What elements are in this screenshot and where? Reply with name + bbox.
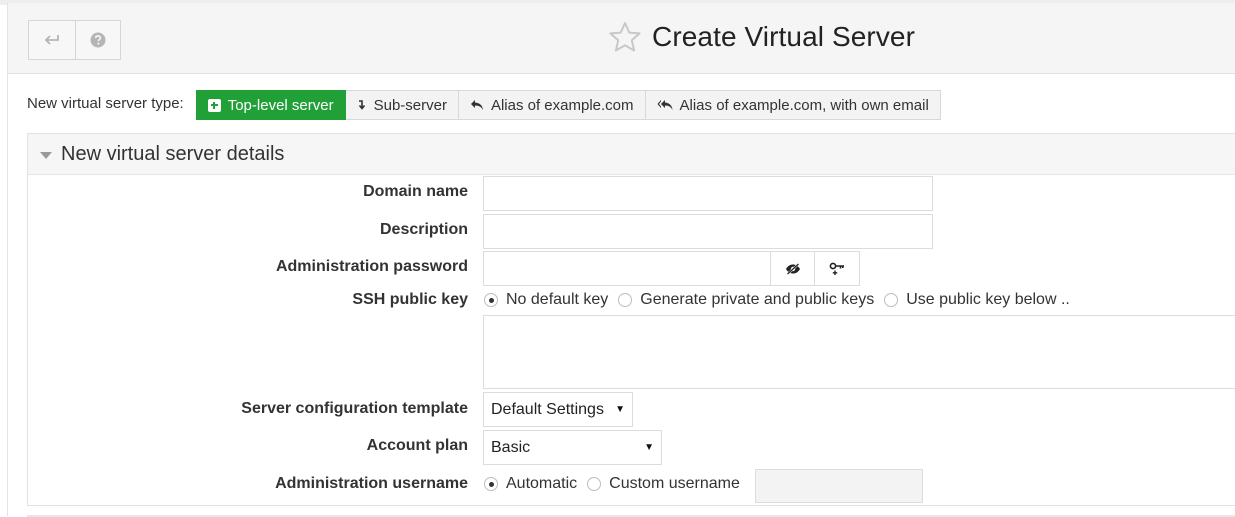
star-outline-icon[interactable] <box>608 21 642 53</box>
toggle-password-button[interactable] <box>770 251 815 286</box>
page: Create Virtual Server New virtual server… <box>7 3 1235 517</box>
description-label: Description <box>379 221 468 238</box>
alias-own-email-label: Alias of example.com, with own email <box>679 96 929 114</box>
help-button[interactable] <box>74 21 121 59</box>
panel-header[interactable]: New virtual server details <box>28 134 1235 175</box>
server-type-selector: Top-level server Sub-server Alias of exa… <box>195 90 941 120</box>
ssh-no-default-option[interactable]: No default key <box>484 291 608 309</box>
sub-server-label: Sub-server <box>373 96 447 114</box>
ssh-key-label: SSH public key <box>352 291 468 308</box>
generate-password-button[interactable] <box>815 251 860 286</box>
config-template-value: Default Settings <box>491 400 604 418</box>
return-arrow-icon <box>44 35 59 45</box>
ssh-key-options: No default key Generate private and publ… <box>484 291 1080 309</box>
radio-unchecked[interactable] <box>587 477 602 491</box>
admin-username-label: Administration username <box>275 475 468 492</box>
radio-unchecked[interactable] <box>884 293 899 307</box>
ssh-generate-option[interactable]: Generate private and public keys <box>618 291 874 309</box>
page-header: Create Virtual Server <box>8 3 1235 74</box>
username-custom-label: Custom username <box>609 475 740 492</box>
username-automatic-label: Automatic <box>506 475 578 492</box>
sub-server-button[interactable]: Sub-server <box>345 90 459 120</box>
alias-button[interactable]: Alias of example.com <box>458 90 646 120</box>
key-plus-icon <box>829 262 844 275</box>
ssh-no-default-label: No default key <box>506 291 609 308</box>
arrow-down-turn-icon <box>358 100 365 110</box>
ssh-use-below-label: Use public key below .. <box>906 291 1070 308</box>
dropdown-arrow-icon: ▼ <box>615 404 625 415</box>
alias-own-email-button[interactable]: Alias of example.com, with own email <box>645 90 941 120</box>
dropdown-arrow-icon: ▼ <box>644 442 654 453</box>
account-plan-value: Basic <box>491 438 531 456</box>
description-input[interactable] <box>483 214 933 249</box>
domain-name-input[interactable] <box>483 176 933 211</box>
alias-label: Alias of example.com <box>490 96 634 114</box>
top-level-server-button[interactable]: Top-level server <box>195 90 346 120</box>
radio-unchecked[interactable] <box>618 293 633 307</box>
config-template-select[interactable]: Default Settings ▼ <box>483 392 633 427</box>
plus-square-icon <box>207 98 221 112</box>
domain-name-label: Domain name <box>363 183 468 200</box>
radio-checked[interactable] <box>484 293 498 307</box>
ssh-key-textarea[interactable] <box>483 315 1235 389</box>
reply-all-icon <box>657 100 673 110</box>
question-circle-icon <box>90 32 106 48</box>
panel-title: New virtual server details <box>61 142 285 165</box>
admin-password-label: Administration password <box>275 258 468 275</box>
title-wrap: Create Virtual Server <box>608 17 915 57</box>
admin-password-input[interactable] <box>483 251 770 286</box>
ssh-generate-label: Generate private and public keys <box>640 291 875 308</box>
server-type-row: New virtual server type: Top-level serve… <box>27 90 941 120</box>
reply-icon <box>470 100 483 110</box>
admin-password-group <box>483 251 861 286</box>
admin-username-options: Automatic Custom username <box>484 475 750 493</box>
account-plan-select[interactable]: Basic ▼ <box>483 430 662 465</box>
caret-down-icon <box>40 151 52 159</box>
ssh-use-below-option[interactable]: Use public key below .. <box>884 291 1070 309</box>
eye-slash-icon <box>785 262 800 275</box>
custom-username-input[interactable] <box>755 469 923 503</box>
back-button[interactable] <box>29 21 75 59</box>
nav-button-group <box>28 20 121 60</box>
username-custom-option[interactable]: Custom username <box>587 475 740 493</box>
username-automatic-option[interactable]: Automatic <box>484 475 577 493</box>
page-title: Create Virtual Server <box>652 21 916 52</box>
top-level-server-label: Top-level server <box>227 96 334 114</box>
radio-checked[interactable] <box>484 477 498 491</box>
account-plan-label: Account plan <box>366 437 468 454</box>
config-template-label: Server configuration template <box>241 400 468 417</box>
server-type-label: New virtual server type: <box>27 94 184 112</box>
